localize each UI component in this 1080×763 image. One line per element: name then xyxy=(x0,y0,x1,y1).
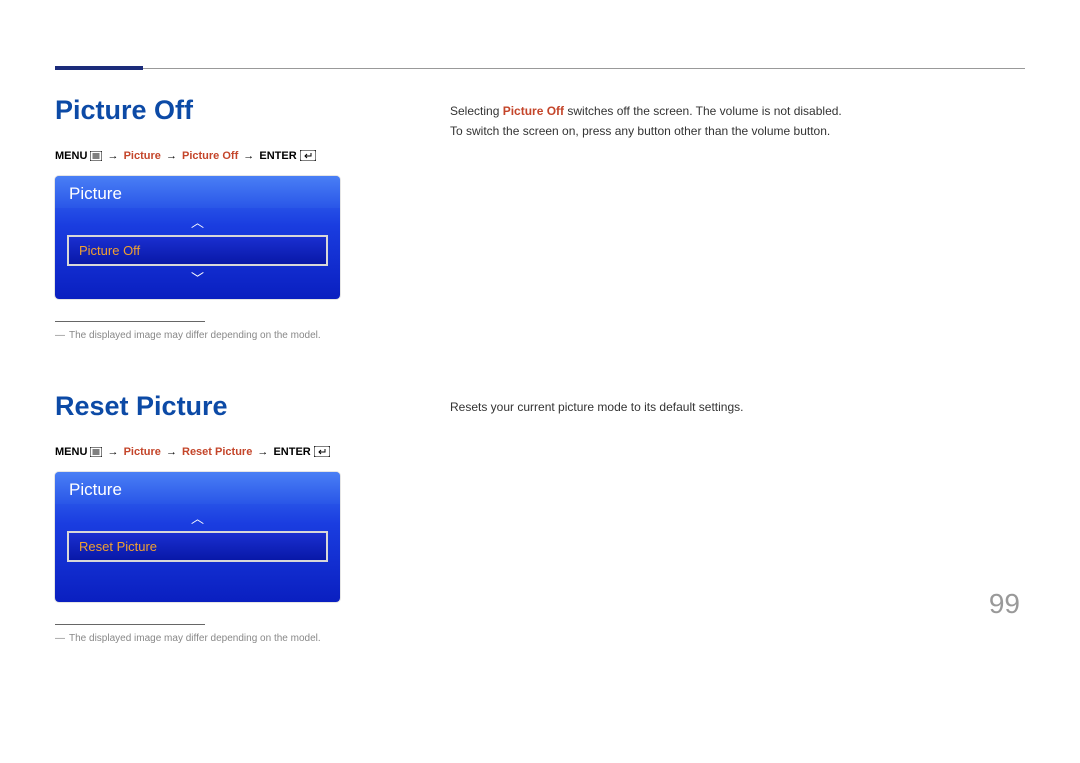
arrow-icon: → xyxy=(166,150,177,162)
footnote-text: The displayed image may differ depending… xyxy=(69,633,321,644)
section-description: Selecting Picture Off switches off the s… xyxy=(450,95,1025,341)
desc-post: switches off the screen. The volume is n… xyxy=(564,104,842,118)
section-heading: Picture Off xyxy=(55,95,350,126)
menu-icon xyxy=(90,447,102,460)
desc-pre: To switch the screen on, press any butto… xyxy=(450,124,830,138)
section-left: Picture Off MENU → Picture → Picture Off… xyxy=(55,95,350,341)
path-picture: Picture xyxy=(124,150,161,162)
chevron-up-icon: ︿ xyxy=(67,214,328,231)
section-reset-picture: Reset Picture MENU → Picture → Reset Pic… xyxy=(55,391,1025,644)
chevron-up-icon: ︿ xyxy=(67,510,328,527)
osd-title: Picture xyxy=(55,472,340,504)
enter-icon xyxy=(314,446,330,460)
dash-icon: ― xyxy=(55,633,65,644)
osd-spacer xyxy=(67,566,328,590)
osd-selected-item: Picture Off xyxy=(67,235,328,266)
desc-line: To switch the screen on, press any butto… xyxy=(450,121,1025,141)
osd-body: ︿ Picture Off ﹀ xyxy=(55,208,340,299)
manual-page: Picture Off MENU → Picture → Picture Off… xyxy=(0,0,1080,644)
desc-pre: Selecting xyxy=(450,104,503,118)
dash-icon: ― xyxy=(55,330,65,341)
section-picture-off: Picture Off MENU → Picture → Picture Off… xyxy=(55,95,1025,341)
footnote-rule xyxy=(55,321,205,322)
menu-path: MENU → Picture → Reset Picture → ENTER xyxy=(55,446,350,460)
menu-label: MENU xyxy=(55,446,87,458)
footnote-rule xyxy=(55,624,205,625)
arrow-icon: → xyxy=(166,446,177,458)
osd-preview: Picture ︿ Reset Picture xyxy=(55,472,340,602)
desc-highlight: Picture Off xyxy=(503,104,564,118)
menu-path: MENU → Picture → Picture Off → ENTER xyxy=(55,150,350,164)
path-reset-picture: Reset Picture xyxy=(182,446,252,458)
footnote-text: The displayed image may differ depending… xyxy=(69,330,321,341)
enter-icon xyxy=(300,150,316,164)
footnote: ― The displayed image may differ dependin… xyxy=(55,633,350,644)
arrow-icon: → xyxy=(243,150,254,162)
section-left: Reset Picture MENU → Picture → Reset Pic… xyxy=(55,391,350,644)
desc-pre: Resets your current picture mode to its … xyxy=(450,400,743,414)
footnote: ― The displayed image may differ dependin… xyxy=(55,330,350,341)
enter-label: ENTER xyxy=(259,150,296,162)
osd-title: Picture xyxy=(55,176,340,208)
menu-label: MENU xyxy=(55,150,87,162)
section-heading: Reset Picture xyxy=(55,391,350,422)
enter-label: ENTER xyxy=(273,446,310,458)
arrow-icon: → xyxy=(257,446,268,458)
desc-line: Resets your current picture mode to its … xyxy=(450,397,1025,417)
chevron-down-icon: ﹀ xyxy=(67,270,328,287)
menu-icon xyxy=(90,151,102,164)
path-picture: Picture xyxy=(124,446,161,458)
arrow-icon: → xyxy=(108,446,119,458)
path-picture-off: Picture Off xyxy=(182,150,238,162)
osd-body: ︿ Reset Picture xyxy=(55,504,340,602)
osd-preview: Picture ︿ Picture Off ﹀ xyxy=(55,176,340,299)
top-accent-bar xyxy=(55,66,143,70)
page-content: Picture Off MENU → Picture → Picture Off… xyxy=(55,60,1025,644)
top-rule xyxy=(55,68,1025,69)
page-number: 99 xyxy=(989,588,1020,620)
desc-line: Selecting Picture Off switches off the s… xyxy=(450,101,1025,121)
arrow-icon: → xyxy=(108,150,119,162)
osd-selected-item: Reset Picture xyxy=(67,531,328,562)
section-description: Resets your current picture mode to its … xyxy=(450,391,1025,644)
